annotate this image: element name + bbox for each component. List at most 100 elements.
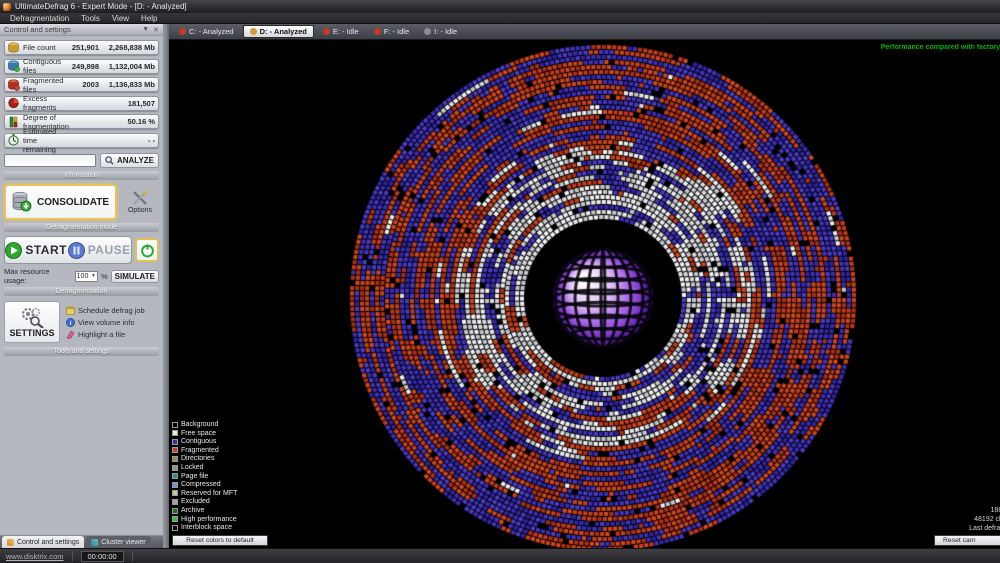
drive-tab-d[interactable]: D: - Analyzed: [243, 25, 314, 38]
file-count-row[interactable]: File count 251,901 2,268,838 Mb: [4, 40, 159, 55]
disk-map-canvas[interactable]: [169, 40, 1000, 548]
drive-tab-strip: C: - Analyzed D: - Analyzed E: - Idle F:…: [169, 24, 1000, 40]
legend-swatch-excluded: [172, 499, 178, 505]
drive-e-icon: [323, 28, 330, 35]
menu-tools[interactable]: Tools: [81, 14, 100, 23]
disktrix-link[interactable]: www.disktrix.com: [6, 552, 64, 561]
menu-defragmentation[interactable]: Defragmentation: [10, 14, 69, 23]
drive-tab-e[interactable]: E: - Idle: [317, 25, 365, 38]
resource-usage-select[interactable]: 100 ▼: [75, 271, 98, 282]
contiguous-files-value: 249,898: [65, 62, 99, 71]
time-remaining-icon: [7, 134, 20, 146]
block-legend: Background Free space Contiguous Fragmen…: [172, 420, 237, 532]
file-filter-input[interactable]: [4, 154, 96, 167]
tab-cluster-viewer[interactable]: Cluster viewer: [86, 536, 150, 548]
excess-fragments-icon: [7, 97, 20, 109]
menu-view[interactable]: View: [112, 14, 129, 23]
legend-swatch-archive: [172, 508, 178, 514]
fragmented-files-size: 1,136,833 Mb: [99, 80, 155, 89]
drive-tab-i[interactable]: I: - Idle: [418, 25, 463, 38]
menu-help[interactable]: Help: [141, 14, 157, 23]
stop-power-button[interactable]: [135, 238, 159, 262]
settings-label: SETTINGS: [9, 328, 54, 338]
window-title: UltimateDefrag 6 - Expert Mode - [D: - A…: [15, 2, 187, 11]
resource-label: Max resource usage:: [4, 267, 72, 285]
consolidate-button[interactable]: CONSOLIDATE: [4, 184, 117, 220]
app-window: UltimateDefrag 6 - Expert Mode - [D: - A…: [0, 0, 1000, 563]
drive-i-icon: [424, 28, 431, 35]
fragmented-files-row[interactable]: Fragmented files 2003 1,136,833 Mb: [4, 77, 159, 92]
tab-control-and-settings[interactable]: Control and settings: [2, 536, 84, 548]
simulate-button[interactable]: SIMULATE: [111, 270, 159, 283]
contiguous-disk-icon: [7, 60, 20, 72]
control-settings-panel: Control and settings ▼ ✕ File count 251,…: [0, 24, 164, 548]
legend-swatch-page-file: [172, 473, 178, 479]
highlighter-icon: [66, 330, 75, 339]
elapsed-timer: 00:00:00: [81, 551, 124, 562]
legend-swatch-background: [172, 422, 178, 428]
title-bar: UltimateDefrag 6 - Expert Mode - [D: - A…: [0, 0, 1000, 13]
legend-swatch-mft: [172, 490, 178, 496]
excess-fragments-value: 181,507: [99, 99, 155, 108]
performance-note: Performance compared with factory a: [881, 44, 1000, 51]
analyze-label: ANALYZE: [117, 156, 154, 165]
settings-button[interactable]: SETTINGS: [4, 301, 60, 343]
schedule-defrag-link[interactable]: Schedule defrag job: [66, 306, 145, 315]
control-tab-icon: [7, 539, 14, 546]
drive-c-icon: [179, 28, 186, 35]
drive-tab-f[interactable]: F: - Idle: [368, 25, 415, 38]
consolidate-disk-stack-icon: [12, 191, 32, 213]
start-label: START: [25, 243, 67, 257]
start-button[interactable]: START: [5, 242, 67, 259]
legend-swatch-contiguous: [172, 439, 178, 445]
section-tools-settings: Tools and settings: [4, 347, 159, 356]
svg-text:i: i: [70, 319, 72, 326]
analyze-button[interactable]: ANALYZE: [100, 153, 159, 168]
degree-fragmentation-value: 50.16 %: [101, 117, 155, 126]
reset-colors-button[interactable]: Reset colors to default: [172, 535, 268, 546]
excess-fragments-label: Excess fragments: [23, 94, 65, 112]
file-count-value: 251,901: [65, 43, 99, 52]
view-volume-info-link[interactable]: i View volume info: [66, 318, 145, 327]
highlight-file-link[interactable]: Highlight a file: [66, 330, 145, 339]
consolidate-label: CONSOLIDATE: [37, 197, 109, 208]
fragmentation-gauge-icon: [7, 116, 20, 128]
pause-button[interactable]: PAUSE: [68, 242, 131, 259]
file-count-disk-icon: [7, 42, 20, 54]
excess-fragments-row[interactable]: Excess fragments 181,507: [4, 96, 159, 111]
settings-gears-icon: [19, 306, 45, 328]
panel-close-icon[interactable]: ✕: [153, 26, 159, 34]
defragmentation-section: START PAUSE: [4, 236, 159, 264]
fragmented-disk-icon: [7, 79, 20, 91]
information-section: File count 251,901 2,268,838 Mb Contiguo…: [0, 36, 163, 152]
reset-camera-button[interactable]: Reset cam: [934, 535, 1000, 546]
legend-swatch-locked: [172, 465, 178, 471]
section-defragmentation: Defragmentation: [4, 287, 159, 296]
options-label: Options: [128, 207, 152, 214]
status-bar: www.disktrix.com 00:00:00: [0, 548, 1000, 563]
time-remaining-value: - -: [99, 136, 155, 145]
file-count-label: File count: [23, 43, 65, 52]
legend-swatch-directories: [172, 456, 178, 462]
contiguous-files-size: 1,132,004 Mb: [99, 62, 155, 71]
drive-tab-c[interactable]: C: - Analyzed: [173, 25, 240, 38]
panel-collapse-icon[interactable]: ▼: [142, 26, 149, 33]
tools-icon: [132, 190, 148, 206]
contiguous-files-row[interactable]: Contiguous files 249,898 1,132,004 Mb: [4, 59, 159, 74]
tools-settings-section: SETTINGS Schedule defrag job i View volu…: [0, 298, 163, 346]
cluster-info-readout: 188.2 48192 clus Last defragg: [969, 506, 1000, 533]
time-remaining-row[interactable]: Estimated time remaining - -: [4, 133, 159, 148]
fragmented-files-value: 2003: [65, 80, 99, 89]
legend-swatch-interblock: [172, 525, 178, 531]
file-count-size: 2,268,838 Mb: [99, 43, 155, 52]
panel-title: Control and settings: [4, 25, 138, 34]
disk-visualization[interactable]: Performance compared with factory a Back…: [169, 40, 1000, 548]
start-play-icon: [5, 242, 22, 259]
info-icon: i: [66, 318, 75, 327]
section-defrag-mode: Defragmentation mode: [4, 223, 159, 232]
fragmented-files-label: Fragmented files: [23, 76, 65, 94]
options-button[interactable]: Options: [121, 184, 159, 220]
schedule-icon: [66, 306, 75, 315]
resource-row: Max resource usage: 100 ▼ % SIMULATE: [0, 264, 163, 286]
time-remaining-label: Estimated time remaining: [23, 127, 65, 154]
